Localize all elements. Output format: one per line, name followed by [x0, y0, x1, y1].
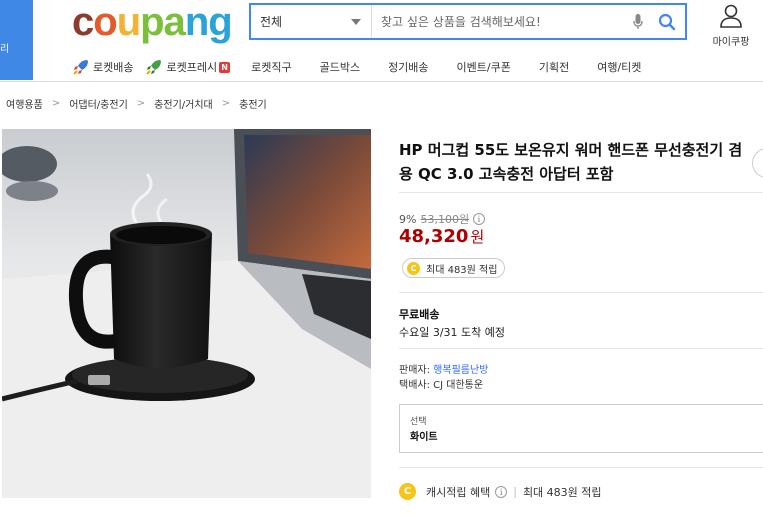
arrival-date: 수요일 3/31 도착 예정	[399, 326, 506, 339]
divider	[399, 467, 763, 468]
nav-label: 골드박스	[319, 61, 361, 74]
shipping-label: 무료배송	[399, 308, 440, 321]
divider	[399, 292, 763, 293]
cash-reward-text: 최대 483원 적립	[426, 264, 498, 276]
search-button[interactable]	[649, 5, 685, 38]
logo-letter: c	[72, 0, 94, 44]
rocket-fresh-icon	[146, 60, 162, 75]
seller-label: 판매자:	[399, 365, 430, 376]
logo-letter: o	[93, 0, 117, 44]
logo-letter: ng	[184, 0, 233, 44]
mycoupang-label: 마이쿠팡	[712, 37, 750, 48]
discount-rate: 9%	[399, 212, 417, 226]
breadcrumb-item[interactable]: 여행용품	[6, 96, 43, 111]
logo-letter: u	[116, 0, 141, 44]
option-label: 선택	[410, 417, 427, 427]
cash-benefit-row: C 캐시적립 혜택 i | 최대 483원 적립	[399, 483, 602, 500]
category-nav: 로켓배송 로켓프레시 N 로켓직구 골드박스 정기배송 이벤트/쿠폰 기획전 여…	[72, 57, 669, 77]
cash-benefit-value: 최대 483원 적립	[522, 485, 602, 499]
nav-label: 로켓직구	[251, 61, 292, 74]
original-price: 53,100원	[420, 213, 470, 226]
info-icon[interactable]: i	[495, 485, 508, 498]
left-strip-text: 리	[0, 44, 10, 55]
nav-label: 로켓배송	[93, 61, 134, 74]
mycoupang-button[interactable]: 마이쿠팡	[708, 2, 754, 48]
nav-item-rocket-delivery[interactable]: 로켓배송	[72, 58, 133, 76]
separator: |	[513, 485, 517, 498]
divider	[399, 192, 763, 193]
seller-row: 판매자: 행복필름난방	[399, 361, 488, 376]
breadcrumb-separator: >	[221, 98, 231, 109]
breadcrumb-item[interactable]: 충전기	[239, 96, 267, 111]
search-input[interactable]	[372, 5, 627, 38]
nav-label: 이벤트/쿠폰	[456, 61, 511, 74]
cash-benefit-label: 캐시적립 혜택	[426, 485, 491, 499]
info-icon[interactable]: i	[473, 213, 486, 225]
product-photo	[2, 129, 371, 498]
original-price-row: 9% 53,100원 i	[399, 211, 486, 227]
nav-label: 정기배송	[388, 61, 429, 74]
chevron-down-icon	[351, 19, 361, 25]
search-icon	[658, 13, 676, 30]
product-title: HP 머그컵 55도 보온유지 워머 핸드폰 무선충전기 겸용 QC 3.0 고…	[399, 141, 743, 183]
search-bar: 전체	[249, 3, 687, 40]
divider	[399, 348, 763, 349]
coupang-logo[interactable]: coupang	[72, 0, 233, 44]
nav-item-events-coupons[interactable]: 이벤트/쿠폰	[457, 59, 511, 75]
coin-icon: C	[399, 483, 416, 500]
courier-name: CJ 대한통운	[433, 380, 484, 391]
breadcrumb: 여행용품 > 어댑터/충전기 > 충전기/거치대 > 충전기	[6, 96, 267, 111]
seller-link[interactable]: 행복필름난방	[433, 365, 488, 376]
header-divider	[0, 81, 763, 82]
nav-item-rocket-fresh[interactable]: 로켓프레시 N	[145, 58, 231, 76]
left-strip: 리	[0, 0, 33, 80]
search-category-select[interactable]: 전체	[251, 5, 372, 38]
nav-label: 여행/티켓	[597, 61, 642, 74]
courier-row: 택배사: CJ 대한통운	[399, 376, 483, 391]
nav-label: 기획전	[538, 61, 570, 74]
search-category-value: 전체	[260, 15, 283, 29]
price-unit: 원	[470, 228, 485, 246]
logo-letter: pa	[140, 0, 186, 44]
sale-price: 48,320 원	[399, 226, 484, 247]
sale-price-value: 48,320	[399, 226, 469, 247]
nav-item-rocket-direct[interactable]: 로켓직구	[251, 59, 291, 75]
nav-item-goldbox[interactable]: 골드박스	[320, 59, 360, 75]
nav-label: 로켓프레시	[166, 61, 218, 74]
breadcrumb-item[interactable]: 어댑터/충전기	[69, 96, 128, 111]
breadcrumb-separator: >	[51, 98, 61, 109]
nav-item-travel-tickets[interactable]: 여행/티켓	[597, 59, 641, 75]
cash-reward-badge[interactable]: C 최대 483원 적립	[402, 258, 506, 278]
option-select[interactable]: 선택 화이트	[399, 404, 763, 453]
option-value: 화이트	[410, 432, 438, 443]
user-icon	[720, 4, 742, 28]
new-badge: N	[219, 61, 231, 73]
microphone-icon[interactable]	[627, 5, 649, 38]
courier-label: 택배사:	[399, 380, 430, 391]
share-button[interactable]	[752, 148, 763, 178]
breadcrumb-item[interactable]: 충전기/거치대	[154, 96, 213, 111]
breadcrumb-separator: >	[136, 98, 146, 109]
coin-icon: C	[407, 261, 420, 275]
nav-item-subscription[interactable]: 정기배송	[388, 59, 428, 75]
product-image[interactable]	[2, 129, 371, 498]
rocket-icon	[73, 60, 88, 75]
nav-item-exhibitions[interactable]: 기획전	[539, 59, 569, 75]
